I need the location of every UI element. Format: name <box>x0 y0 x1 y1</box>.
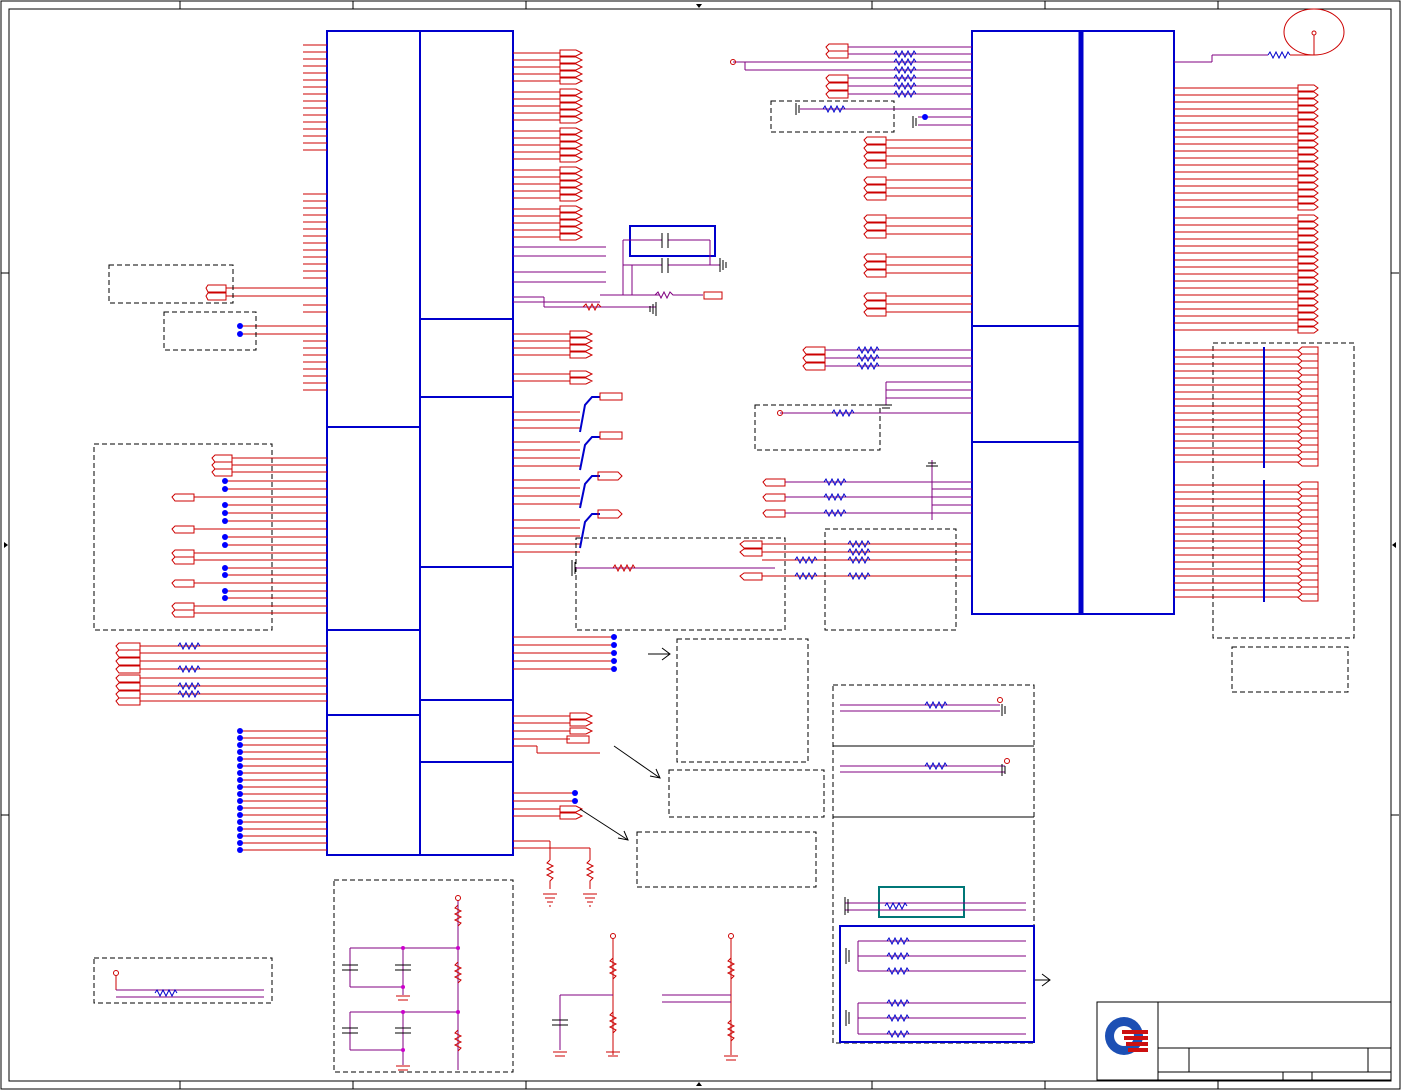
right-ic-left-dots <box>922 114 928 120</box>
bottom-dividers <box>552 933 738 1061</box>
frame-arrows <box>4 4 1396 1086</box>
right-ic-left-resistors <box>822 49 917 518</box>
bottom-left-resistor <box>113 970 264 998</box>
top-right-net <box>1174 8 1345 63</box>
left-ic-block <box>326 30 514 856</box>
lower-right-panel <box>833 697 1035 1043</box>
lower-left-dots <box>237 728 243 853</box>
quanta-logo <box>1105 1017 1148 1055</box>
sheet-frame <box>0 0 1401 1090</box>
bottom-cap-dots <box>401 946 460 1052</box>
left-dashed-boxes <box>93 100 1355 1073</box>
left-ic-left-pins <box>226 44 327 391</box>
lower-left-pins <box>240 730 327 851</box>
mid-dashed-components <box>571 539 972 581</box>
left-ic-bus-lines <box>579 396 600 549</box>
left-group-wires <box>140 457 327 702</box>
bottom-cap-network <box>342 895 463 1071</box>
left-group-resistors <box>177 641 201 699</box>
right-ic-left-connectors <box>762 43 887 518</box>
schematic-sheet <box>0 0 1401 1090</box>
left-connectors <box>115 284 233 706</box>
crystal-box <box>582 225 727 316</box>
left-ic-bus-section <box>513 411 580 553</box>
bottom-pullups <box>543 859 597 907</box>
left-ic-offpage-connectors <box>559 49 594 820</box>
right-ic-block <box>971 30 1175 615</box>
right-ic-left-wires <box>733 46 972 520</box>
bus-connectors <box>597 392 623 519</box>
